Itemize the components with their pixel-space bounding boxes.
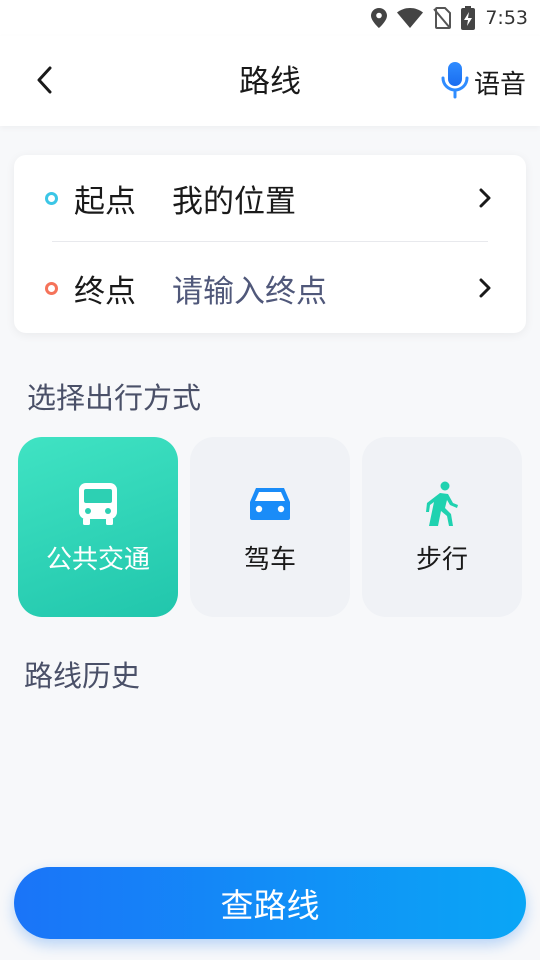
start-label: 起点	[74, 183, 136, 220]
mode-walk-label: 步行	[415, 545, 468, 575]
divider	[52, 241, 488, 242]
end-point-row[interactable]: 终点 请输入终点	[14, 245, 526, 331]
status-bar: 7:53	[0, 0, 540, 36]
wifi-icon	[397, 8, 424, 28]
mode-walk-tile[interactable]: 步行	[362, 437, 522, 617]
walk-icon	[425, 481, 459, 527]
voice-label: 语音	[473, 69, 526, 100]
history-section-title: 路线历史	[24, 659, 141, 693]
mode-drive-label: 驾车	[243, 545, 296, 575]
battery-charging-icon	[461, 6, 476, 30]
end-dot-icon	[45, 281, 58, 295]
status-time: 7:53	[485, 7, 528, 29]
location-icon	[371, 8, 388, 28]
start-dot-icon	[45, 191, 58, 205]
nav-bar: 路线 语音	[0, 36, 540, 126]
search-route-button[interactable]: 查路线	[14, 867, 526, 939]
route-card: 起点 我的位置 终点 请输入终点	[14, 155, 526, 333]
microphone-icon	[440, 61, 470, 103]
bus-icon	[78, 481, 118, 527]
mode-transit-label: 公共交通	[45, 545, 150, 575]
voice-button[interactable]: 语音	[440, 60, 526, 104]
chevron-right-icon	[474, 277, 496, 299]
car-icon	[248, 481, 292, 527]
chevron-right-icon	[474, 187, 496, 209]
start-point-row[interactable]: 起点 我的位置	[14, 155, 526, 241]
mode-section-title: 选择出行方式	[27, 381, 202, 415]
mode-transit-tile[interactable]: 公共交通	[18, 437, 178, 617]
end-label: 终点	[74, 273, 136, 310]
no-sim-icon	[433, 7, 452, 29]
end-input[interactable]: 请输入终点	[172, 266, 474, 311]
start-value: 我的位置	[172, 183, 296, 220]
mode-drive-tile[interactable]: 驾车	[190, 437, 350, 617]
